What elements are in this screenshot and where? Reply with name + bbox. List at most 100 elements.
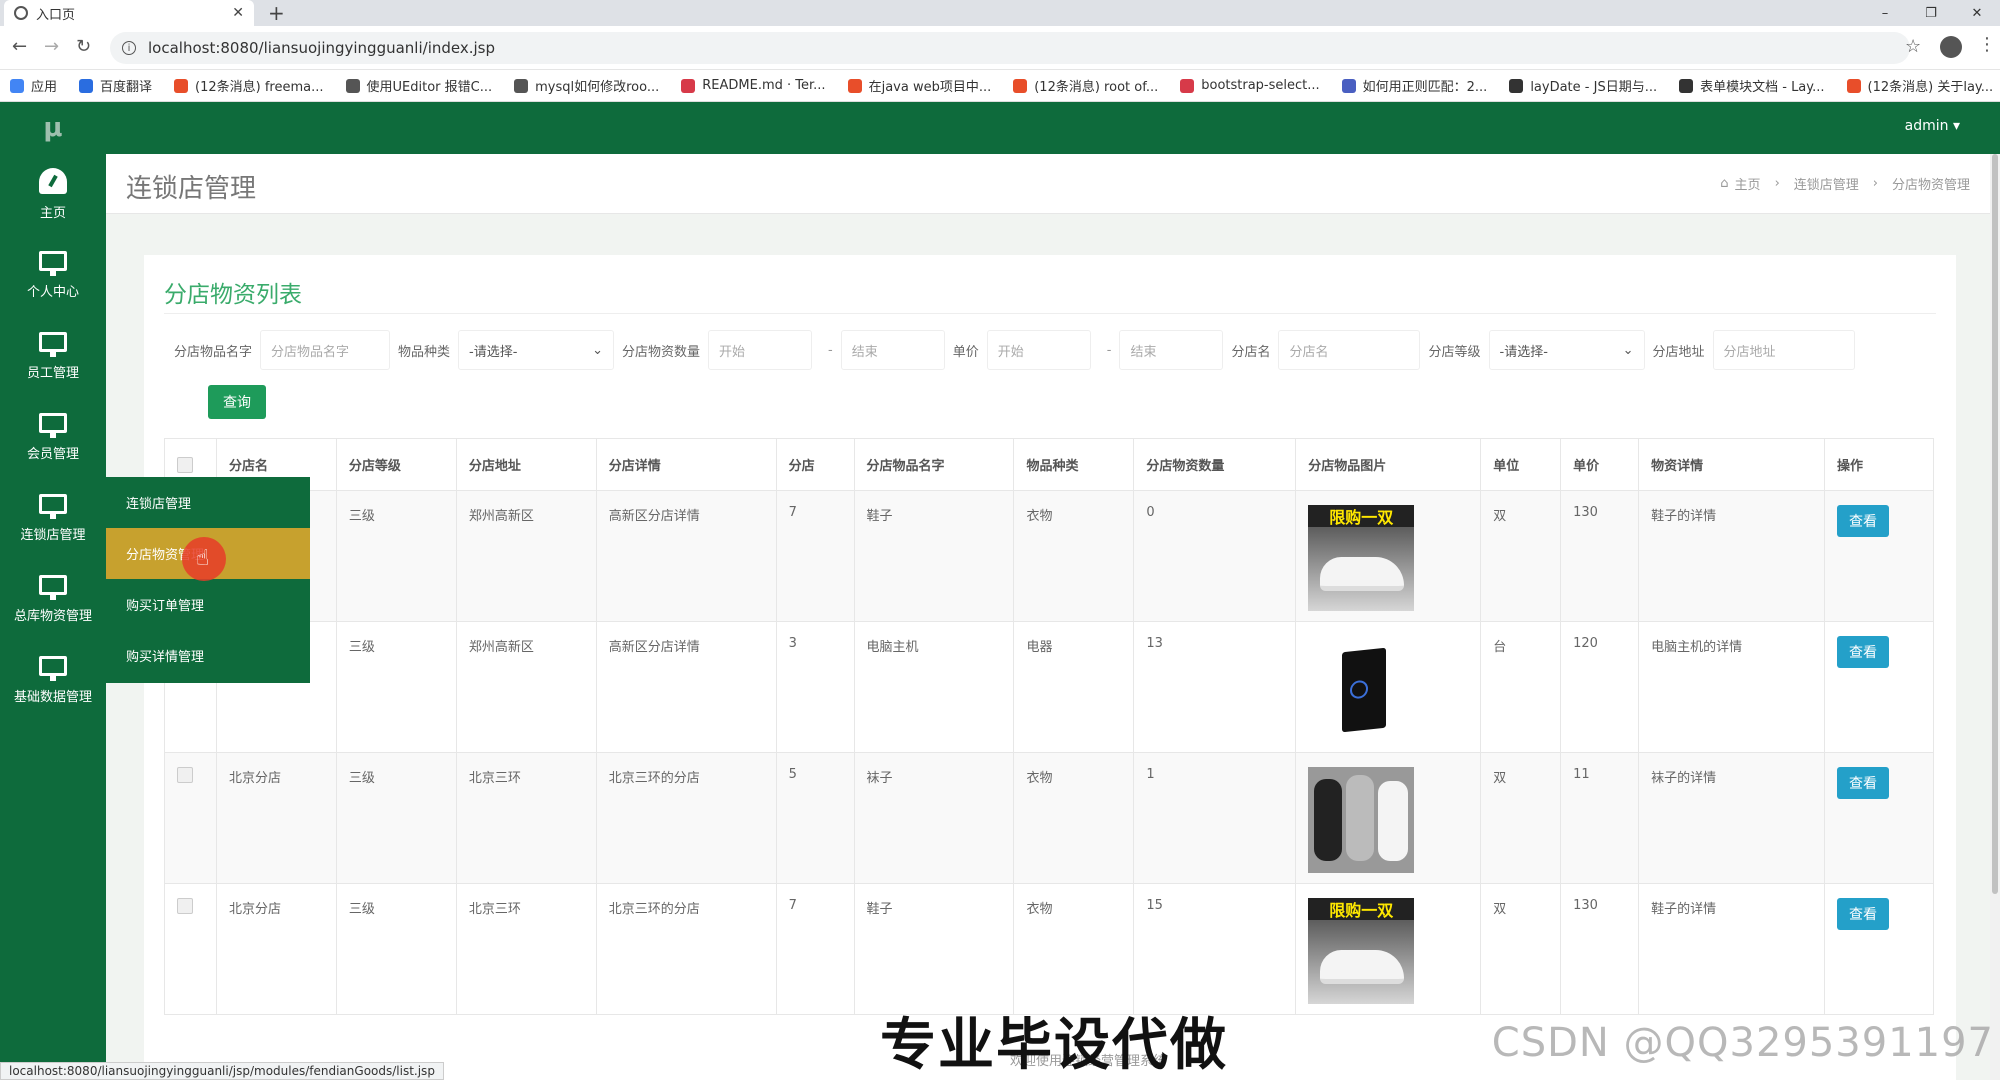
reload-icon[interactable]: ↻ (76, 36, 91, 57)
bookmark-item[interactable]: (12条消息) root of... (1013, 76, 1158, 95)
col-header[interactable]: 分店物品图片 (1295, 438, 1482, 491)
forward-arrow-icon[interactable]: → (44, 36, 59, 57)
bookmark-item[interactable]: (12条消息) freema... (174, 76, 324, 95)
sidebar-logo[interactable]: μ (0, 102, 106, 154)
row-checkbox[interactable] (177, 767, 193, 783)
bookmark-item[interactable]: 应用 (10, 76, 57, 95)
bookmark-item[interactable]: (12条消息) 关于lay... (1846, 76, 1993, 95)
col-header[interactable]: 分店物资数量 (1133, 438, 1297, 491)
cell-shop: 北京分店 (215, 752, 337, 884)
cell-image: 限购一双 (1295, 490, 1482, 622)
col-header[interactable]: 分店地址 (455, 438, 597, 491)
shoe-graphic (1320, 950, 1405, 984)
type-select[interactable]: -请选择- ⌄ (458, 330, 615, 370)
bookmark-star-icon[interactable]: ☆ (1905, 36, 1921, 57)
submenu-item[interactable]: 购买订单管理 (106, 579, 310, 630)
bookmark-item[interactable]: 如何用正则匹配：2... (1341, 76, 1487, 95)
bookmark-item[interactable]: 表单模块文档 - Lay... (1679, 76, 1825, 95)
submenu-item[interactable]: 购买详情管理 (106, 630, 310, 681)
restore-button[interactable]: ❐ (1908, 0, 1954, 26)
bookmark-favicon-icon (1180, 78, 1195, 93)
hand-cursor-icon: ☝ (196, 546, 210, 571)
cell-goods-detail: 鞋子的详情 (1638, 490, 1825, 622)
view-button[interactable]: 查看 (1836, 898, 1889, 930)
bookmark-label: README.md · Ter... (702, 78, 826, 93)
info-icon[interactable]: i (122, 41, 136, 55)
sidebar-item[interactable]: 个人中心 (0, 235, 106, 316)
sidebar-item[interactable]: 总库物资管理 (0, 559, 106, 640)
view-button[interactable]: 查看 (1836, 636, 1889, 668)
close-tab-icon[interactable]: ✕ (232, 5, 244, 21)
view-button[interactable]: 查看 (1836, 767, 1889, 799)
bookmark-item[interactable]: README.md · Ter... (681, 78, 826, 93)
bookmark-item[interactable]: 在java web项目中... (847, 76, 991, 95)
sidebar-item[interactable]: 主页 (0, 154, 106, 235)
qty-start-input[interactable]: 开始 (708, 330, 813, 370)
sidebar-item[interactable]: 连锁店管理 (0, 478, 106, 559)
breadcrumb-home[interactable]: 主页 (1735, 174, 1761, 193)
col-header[interactable]: 物资详情 (1638, 438, 1825, 491)
col-header[interactable]: 分店 (775, 438, 855, 491)
bookmark-item[interactable]: 百度翻译 (79, 76, 152, 95)
level-label: 分店等级 (1428, 344, 1481, 360)
type-label: 物品种类 (398, 344, 451, 360)
url-input[interactable]: i localhost:8080/liansuojingyingguanli/i… (110, 32, 1910, 64)
close-window-button[interactable]: ✕ (1954, 0, 2000, 26)
new-tab-button[interactable]: + (268, 1, 285, 25)
bookmarks-bar: 应用 百度翻译 (12条消息) freema... 使用UEditor 报错C... m… (0, 70, 2000, 102)
window-controls: – ❐ ✕ (1862, 0, 2000, 26)
view-button[interactable]: 查看 (1836, 505, 1889, 537)
price-label: 单价 (952, 344, 979, 360)
col-header[interactable]: 分店物品名字 (853, 438, 1015, 491)
range-dash: - (1106, 342, 1112, 358)
bookmark-item[interactable]: layDate - JS日期与... (1509, 76, 1657, 95)
select-all-checkbox[interactable] (177, 456, 193, 473)
bookmark-favicon-icon (1013, 78, 1028, 93)
bookmark-favicon-icon (1341, 78, 1356, 93)
back-arrow-icon[interactable]: ← (12, 36, 27, 57)
cell-goods: 袜子 (853, 752, 1015, 884)
scrollbar-thumb[interactable] (1992, 154, 1998, 894)
sidebar-item[interactable]: 基础数据管理 (0, 640, 106, 721)
status-bar-url: localhost:8080/liansuojingyingguanli/jsp… (0, 1062, 444, 1080)
bookmark-label: mysql如何修改roo... (535, 80, 660, 95)
level-select[interactable]: -请选择- ⌄ (1488, 330, 1645, 370)
query-button[interactable]: 查询 (208, 385, 266, 419)
row-checkbox[interactable] (177, 898, 193, 914)
col-header[interactable]: 物品种类 (1013, 438, 1135, 491)
user-menu[interactable]: admin ▾ (1905, 118, 1960, 134)
sidebar-item[interactable]: 员工管理 (0, 316, 106, 397)
shop-name-input[interactable]: 分店名 (1278, 330, 1421, 370)
col-header[interactable]: 单价 (1560, 438, 1640, 491)
price-end-input[interactable]: 结束 (1119, 330, 1224, 370)
minimize-button[interactable]: – (1862, 0, 1908, 26)
chevron-down-icon: ⌄ (592, 342, 604, 358)
cell-type: 衣物 (1013, 752, 1135, 884)
bookmark-item[interactable]: bootstrap-select... (1180, 78, 1320, 93)
bookmark-item[interactable]: mysql如何修改roo... (514, 76, 659, 95)
chevron-down-icon: ⌄ (1622, 342, 1634, 358)
col-header[interactable]: 分店详情 (595, 438, 777, 491)
goods-name-input[interactable]: 分店物品名字 (260, 330, 391, 370)
sidebar-item-label: 个人中心 (26, 285, 79, 300)
price-start-input[interactable]: 开始 (986, 330, 1091, 370)
submenu-item[interactable]: 连锁店管理 (106, 477, 310, 528)
address-input[interactable]: 分店地址 (1712, 330, 1855, 370)
sidebar-item[interactable]: 会员管理 (0, 397, 106, 478)
page-scrollbar[interactable] (1990, 154, 2000, 1080)
cell-level: 三级 (335, 621, 457, 753)
bookmark-item[interactable]: 使用UEditor 报错C... (345, 76, 492, 95)
cell-image (1295, 621, 1482, 753)
address-label: 分店地址 (1652, 344, 1705, 360)
browser-tab[interactable]: 入口页 ✕ (4, 0, 254, 26)
watermark-caption: 专业毕设代做 (880, 1013, 1228, 1078)
cell-actions: 查看 (1823, 883, 1935, 1015)
monitor-icon (39, 656, 67, 681)
qty-end-input[interactable]: 结束 (840, 330, 945, 370)
breadcrumb-chain[interactable]: 连锁店管理 (1794, 174, 1859, 193)
col-header[interactable]: 分店等级 (335, 438, 457, 491)
bookmark-label: 百度翻译 (100, 80, 153, 95)
profile-avatar-icon[interactable] (1940, 36, 1962, 58)
more-menu-icon[interactable]: ⋮ (1978, 34, 1996, 55)
col-header[interactable]: 单位 (1480, 438, 1562, 491)
